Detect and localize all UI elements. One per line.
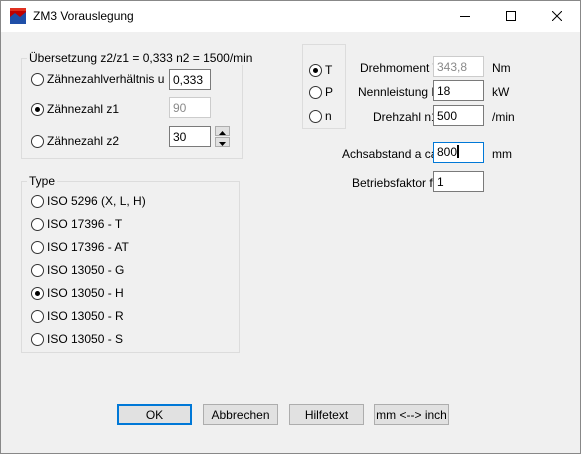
window-title: ZM3 Vorauslegung (33, 9, 134, 23)
torque-label: Drehmoment T (360, 61, 440, 75)
cancel-button-label: Abbrechen (211, 407, 270, 422)
ok-button[interactable]: OK (117, 404, 192, 425)
radio-mode-p[interactable]: P (309, 85, 333, 99)
torque-input (433, 56, 484, 77)
units-toggle-button[interactable]: mm <--> inch (374, 404, 449, 425)
center-distance-label: Achsabstand a ca. (342, 147, 441, 161)
ratio-u-input[interactable] (169, 69, 211, 90)
radio-mode-n-label: n (325, 109, 332, 123)
radio-type-iso13050-h[interactable]: ISO 13050 - H (31, 286, 124, 300)
radio-mode-t-label: T (325, 63, 333, 77)
radio-z2-dot[interactable] (31, 134, 44, 148)
speed-input[interactable] (433, 105, 484, 126)
power-input[interactable] (433, 80, 484, 101)
minimize-icon (460, 10, 470, 24)
ratio-group-label: Übersetzung z2/z1 = 0,333 n2 = 1500/min (27, 51, 255, 65)
radio-type-iso5296[interactable]: ISO 5296 (X, L, H) (31, 194, 146, 208)
power-label: Nennleistung P (358, 85, 440, 99)
arrow-down-icon (219, 135, 226, 149)
ok-button-label: OK (145, 407, 164, 422)
power-unit: kW (492, 85, 510, 99)
help-button-label: Hilfetext (304, 407, 349, 422)
dialog-client: Übersetzung z2/z1 = 0,333 n2 = 1500/min … (1, 32, 580, 453)
radio-type-label: ISO 13050 - H (47, 286, 124, 300)
radio-z2-label: Zähnezahl z2 (47, 134, 120, 148)
center-distance-input[interactable]: 800 (433, 142, 484, 163)
radio-type-label: ISO 13050 - S (47, 332, 124, 346)
z1-input (169, 97, 211, 118)
radio-type-iso13050-g-dot[interactable] (31, 263, 44, 277)
radio-type-iso13050-s[interactable]: ISO 13050 - S (31, 332, 123, 346)
radio-mode-t-dot[interactable] (309, 63, 322, 77)
type-group-label: Type (27, 174, 58, 188)
radio-type-iso13050-r-dot[interactable] (31, 309, 44, 323)
radio-type-iso13050-r[interactable]: ISO 13050 - R (31, 309, 124, 323)
radio-type-iso5296-dot[interactable] (31, 194, 44, 208)
dialog-window: ZM3 Vorauslegung Übersetzung z2/z1 = 0,3… (0, 0, 581, 454)
speed-unit: /min (492, 110, 515, 124)
center-distance-value: 800 (437, 145, 458, 159)
service-factor-label: Betriebsfaktor fB (352, 176, 441, 190)
radio-z1-label: Zähnezahl z1 (47, 102, 120, 116)
radio-type-iso17396-at-dot[interactable] (31, 240, 44, 254)
maximize-icon (506, 10, 516, 24)
radio-ratio-u[interactable]: Zähnezahlverhältnis u (31, 72, 164, 86)
radio-ratio-u-label: Zähnezahlverhältnis u (47, 72, 165, 86)
radio-ratio-u-dot[interactable] (31, 72, 44, 86)
radio-mode-n[interactable]: n (309, 109, 332, 123)
radio-z1[interactable]: Zähnezahl z1 (31, 102, 119, 116)
title-bar[interactable]: ZM3 Vorauslegung (1, 1, 580, 32)
radio-type-label: ISO 17396 - AT (47, 240, 129, 254)
radio-type-iso17396-t[interactable]: ISO 17396 - T (31, 217, 122, 231)
text-caret (457, 145, 460, 158)
radio-type-iso17396-t-dot[interactable] (31, 217, 44, 231)
radio-type-label: ISO 13050 - R (47, 309, 124, 323)
app-icon (10, 8, 26, 24)
center-distance-unit: mm (492, 147, 512, 161)
radio-type-iso13050-h-dot[interactable] (31, 286, 44, 300)
cancel-button[interactable]: Abbrechen (203, 404, 278, 425)
close-button[interactable] (534, 1, 580, 32)
speed-label: Drehzahl n1 (373, 110, 438, 124)
radio-type-label: ISO 13050 - G (47, 263, 125, 277)
radio-mode-n-dot[interactable] (309, 109, 322, 123)
radio-type-iso13050-s-dot[interactable] (31, 332, 44, 346)
z2-input[interactable] (169, 126, 211, 147)
minimize-button[interactable] (442, 1, 488, 32)
radio-z2[interactable]: Zähnezahl z2 (31, 134, 119, 148)
maximize-button[interactable] (488, 1, 534, 32)
radio-mode-p-dot[interactable] (309, 85, 322, 99)
radio-z1-dot[interactable] (31, 102, 44, 116)
help-button[interactable]: Hilfetext (289, 404, 364, 425)
radio-type-iso13050-g[interactable]: ISO 13050 - G (31, 263, 124, 277)
radio-type-iso17396-at[interactable]: ISO 17396 - AT (31, 240, 129, 254)
units-toggle-button-label: mm <--> inch (376, 407, 447, 422)
radio-type-label: ISO 5296 (X, L, H) (47, 194, 146, 208)
radio-type-label: ISO 17396 - T (47, 217, 123, 231)
service-factor-input[interactable] (433, 171, 484, 192)
close-icon (551, 10, 563, 24)
radio-mode-p-label: P (325, 85, 334, 99)
z2-spin-down[interactable] (215, 137, 230, 147)
torque-unit: Nm (492, 61, 511, 75)
radio-mode-t[interactable]: T (309, 63, 332, 77)
